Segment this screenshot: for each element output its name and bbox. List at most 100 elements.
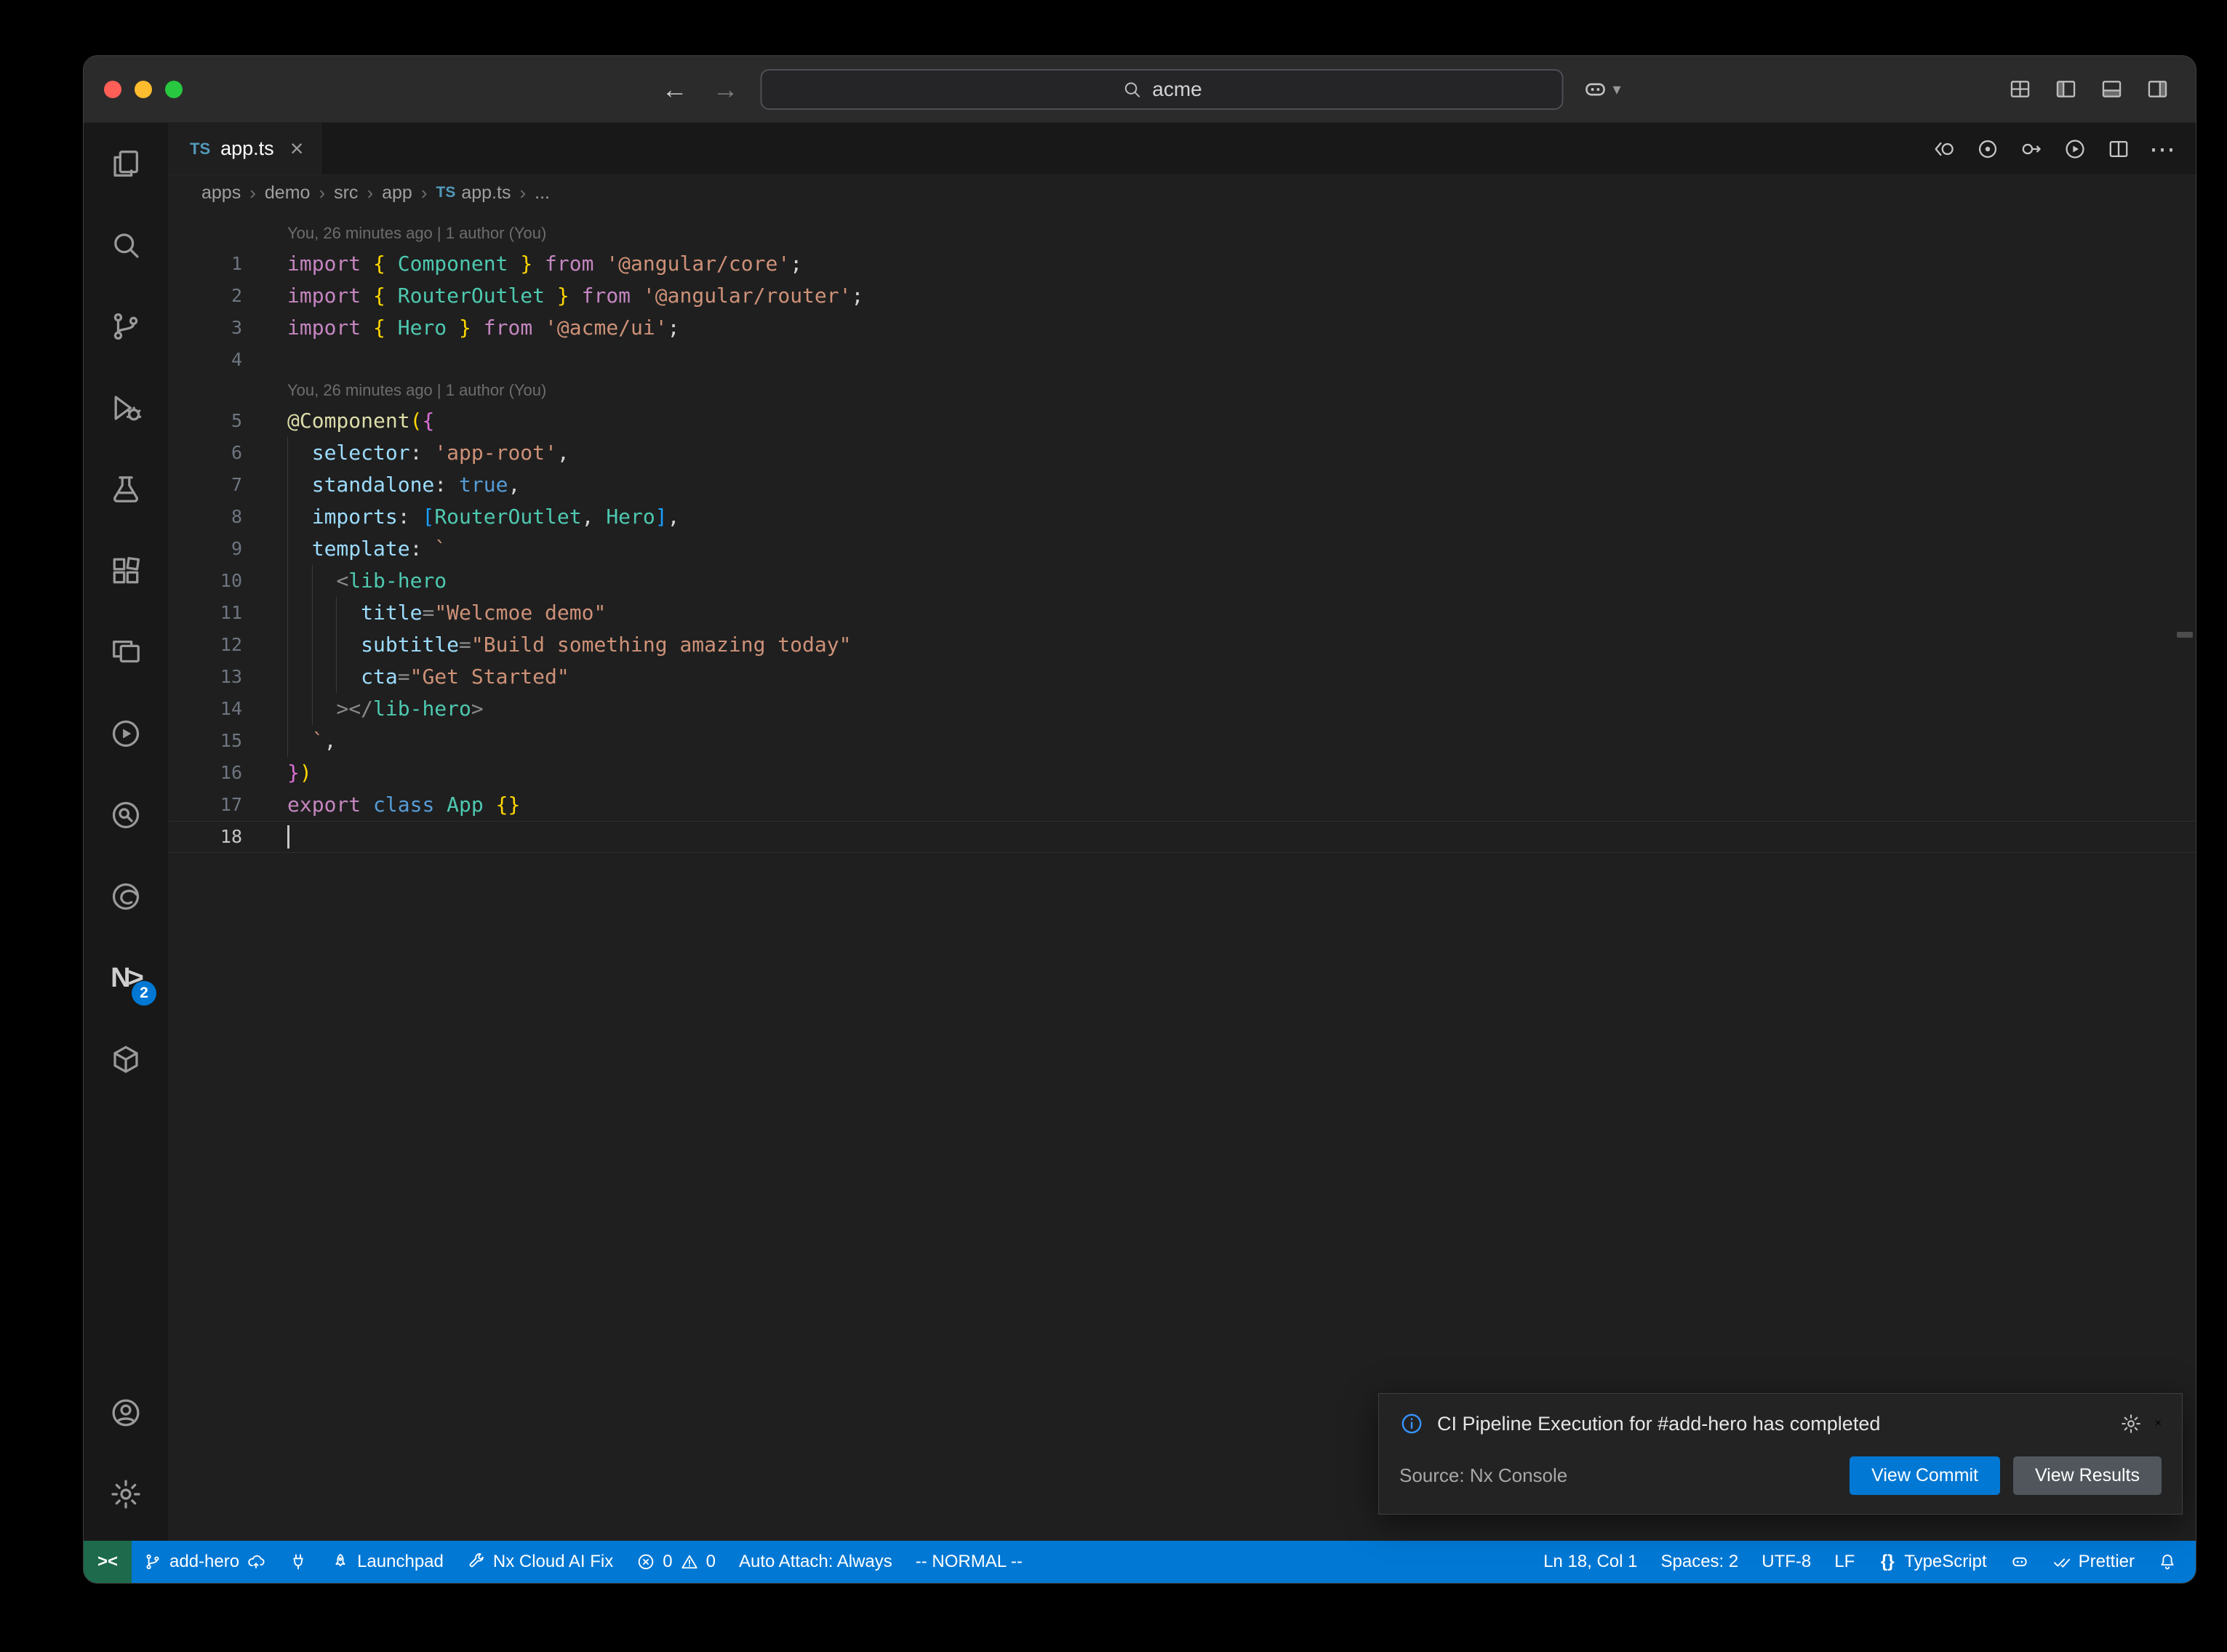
view-commit-button[interactable]: View Commit	[1850, 1456, 2000, 1495]
toggle-primary-sidebar-button[interactable]	[2054, 77, 2078, 101]
customize-layout-button[interactable]	[2008, 77, 2032, 101]
code-line-9[interactable]: 9 template: `	[168, 533, 2196, 565]
breadcrumb-item[interactable]: demo	[265, 183, 311, 204]
panel-left-icon	[2054, 77, 2078, 101]
activity-live-preview[interactable]	[84, 693, 168, 774]
prettier-status[interactable]: Prettier	[2041, 1541, 2146, 1583]
breadcrumb: apps›demo›src›app›TSapp.ts›...	[168, 175, 2196, 210]
activity-search[interactable]	[84, 204, 168, 286]
code-line-4[interactable]: 4	[168, 344, 2196, 376]
close-tab-icon[interactable]: ×	[284, 137, 304, 161]
remote-icon: ><	[98, 1552, 117, 1571]
breadcrumb-file[interactable]: TSapp.ts	[436, 183, 511, 204]
notifications-bell[interactable]	[2146, 1541, 2188, 1583]
activity-explorer[interactable]	[84, 123, 168, 204]
open-on-remote-button[interactable]	[2020, 137, 2043, 161]
code-editor[interactable]: You, 26 minutes ago | 1 author (You)1imp…	[168, 210, 2196, 1541]
close-window-button[interactable]	[104, 81, 121, 98]
command-center-search[interactable]: acme	[760, 69, 1563, 110]
code-line-12[interactable]: 12 subtitle="Build something amazing tod…	[168, 629, 2196, 661]
code-line-6[interactable]: 6 selector: 'app-root',	[168, 437, 2196, 469]
activity-accounts[interactable]	[84, 1372, 168, 1453]
ellipsis-icon: ⋯	[2151, 137, 2174, 161]
minimize-window-button[interactable]	[135, 81, 152, 98]
activity-browser[interactable]	[84, 856, 168, 937]
code-line-15[interactable]: 15 `,	[168, 725, 2196, 757]
bell-icon	[2158, 1552, 2177, 1571]
toggle-secondary-sidebar-button[interactable]	[2146, 77, 2170, 101]
auto-attach-status[interactable]: Auto Attach: Always	[727, 1541, 904, 1583]
indentation-status[interactable]: Spaces: 2	[1650, 1541, 1751, 1583]
code-line-16[interactable]: 16})	[168, 757, 2196, 789]
code-line-5[interactable]: 5@Component({	[168, 405, 2196, 437]
language-status[interactable]: {}TypeScript	[1866, 1541, 1998, 1583]
code-line-11[interactable]: 11 title="Welcmoe demo"	[168, 597, 2196, 629]
activity-run-and-debug[interactable]	[84, 367, 168, 449]
breadcrumb-item[interactable]: apps	[201, 183, 241, 204]
vim-mode-status[interactable]: -- NORMAL --	[904, 1541, 1034, 1583]
notification-close-icon[interactable]: ×	[2155, 1417, 2162, 1430]
breadcrumb-item[interactable]: src	[334, 183, 358, 204]
toggle-panel-button[interactable]	[2100, 77, 2124, 101]
status-bar: >< add-hero LaunchpadNx Cloud AI Fix00Auto…	[84, 1541, 2196, 1583]
activity-bar: N>2	[84, 123, 168, 1541]
activity-containers[interactable]	[84, 1019, 168, 1100]
zoom-window-button[interactable]	[165, 81, 183, 98]
indent-guide	[312, 661, 313, 693]
activity-testing[interactable]	[84, 449, 168, 530]
code-line-18[interactable]: 18	[168, 821, 2196, 853]
notification-settings-icon[interactable]	[2120, 1413, 2142, 1435]
remote-indicator[interactable]: ><	[84, 1541, 132, 1583]
code-line-3[interactable]: 3import { Hero } from '@acme/ui';	[168, 312, 2196, 344]
activity-source-control[interactable]	[84, 286, 168, 367]
code-rows: You, 26 minutes ago | 1 author (You)1imp…	[168, 219, 2196, 853]
code-line-text: cta="Get Started"	[287, 661, 2196, 693]
code-line-1[interactable]: 1import { Component } from '@angular/cor…	[168, 248, 2196, 280]
editor-group: TS app.ts × ⋯ apps›demo›src›app›TSapp.ts…	[168, 123, 2196, 1541]
launchpad-status[interactable]: Launchpad	[319, 1541, 455, 1583]
code-line-17[interactable]: 17export class App {}	[168, 789, 2196, 821]
line-number: 18	[168, 821, 287, 853]
code-line-14[interactable]: 14 ></lib-hero>	[168, 693, 2196, 725]
activity-remote-explorer[interactable]	[84, 612, 168, 693]
code-line-7[interactable]: 7 standalone: true,	[168, 469, 2196, 501]
activity-bottom	[84, 1372, 168, 1541]
tab-label: app.ts	[220, 137, 274, 160]
copilot-status[interactable]	[1999, 1541, 2041, 1583]
view-results-button[interactable]: View Results	[2013, 1456, 2162, 1495]
indent-guide	[287, 501, 288, 533]
window-controls	[84, 81, 183, 98]
run-file-button[interactable]	[2063, 137, 2087, 161]
breadcrumb-item[interactable]: app	[382, 183, 412, 204]
copilot-menu[interactable]: ▾	[1582, 76, 1620, 103]
activity-settings[interactable]	[84, 1453, 168, 1535]
toggle-blame-button[interactable]	[1976, 137, 1999, 161]
code-line-13[interactable]: 13 cta="Get Started"	[168, 661, 2196, 693]
tab-app-ts[interactable]: TS app.ts ×	[168, 123, 321, 175]
more-actions-button[interactable]: ⋯	[2151, 137, 2174, 161]
nx-cloud-ai-fix-status[interactable]: Nx Cloud AI Fix	[455, 1541, 625, 1583]
code-line-2[interactable]: 2import { RouterOutlet } from '@angular/…	[168, 280, 2196, 312]
activity-nx-console[interactable]: N>2	[84, 937, 168, 1019]
eol-status[interactable]: LF	[1823, 1541, 1866, 1583]
problems-status[interactable]: 00	[625, 1541, 727, 1583]
chevron-right-icon: ›	[421, 182, 428, 204]
cursor-position-status[interactable]: Ln 18, Col 1	[1532, 1541, 1649, 1583]
cloud-upload-icon	[247, 1552, 265, 1571]
history-back-button[interactable]: ←	[658, 76, 690, 103]
code-line-8[interactable]: 8 imports: [RouterOutlet, Hero],	[168, 501, 2196, 533]
code-line-10[interactable]: 10 <lib-hero	[168, 565, 2196, 597]
branch-status[interactable]: add-hero	[132, 1541, 277, 1583]
breadcrumb-symbol-tail[interactable]: ...	[535, 183, 550, 204]
plug-status[interactable]	[277, 1541, 319, 1583]
activity-extensions[interactable]	[84, 530, 168, 612]
indent-guide	[287, 725, 288, 757]
layout-grid-icon	[2008, 77, 2032, 101]
history-forward-button[interactable]: →	[709, 76, 741, 103]
ring-icon	[109, 880, 143, 913]
code-line-text: })	[287, 757, 2196, 789]
encoding-status[interactable]: UTF-8	[1750, 1541, 1823, 1583]
open-changes-button[interactable]	[1932, 137, 1956, 161]
activity-code-search[interactable]	[84, 774, 168, 856]
split-editor-button[interactable]	[2107, 137, 2130, 161]
